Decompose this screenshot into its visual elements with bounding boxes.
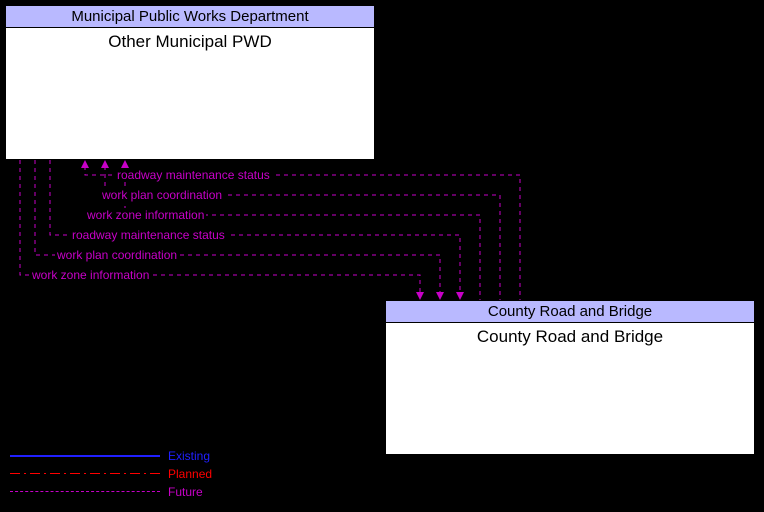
- legend-line-future: [10, 487, 160, 497]
- flow-label-to-bottom-1: roadway maintenance status: [70, 228, 227, 242]
- legend-row-planned: Planned: [10, 466, 212, 482]
- legend-row-existing: Existing: [10, 448, 212, 464]
- flow-label-to-top-1: roadway maintenance status: [115, 168, 272, 182]
- node-county-road-bridge: County Road and Bridge County Road and B…: [385, 300, 755, 455]
- diagram-stage: Municipal Public Works Department Other …: [0, 0, 764, 512]
- node-municipal-pwd: Municipal Public Works Department Other …: [5, 5, 375, 160]
- node-municipal-pwd-body: Other Municipal PWD: [6, 28, 374, 52]
- legend-line-planned: [10, 469, 160, 479]
- node-county-road-bridge-body: County Road and Bridge: [386, 323, 754, 347]
- legend-label-future: Future: [168, 485, 203, 499]
- legend-label-planned: Planned: [168, 467, 212, 481]
- flow-label-to-bottom-3: work zone information: [30, 268, 151, 282]
- legend: Existing Planned Future: [10, 448, 212, 502]
- node-county-road-bridge-header: County Road and Bridge: [386, 301, 754, 323]
- legend-label-existing: Existing: [168, 449, 210, 463]
- legend-line-existing: [10, 451, 160, 461]
- node-municipal-pwd-header: Municipal Public Works Department: [6, 6, 374, 28]
- flow-label-to-top-3: work zone information: [85, 208, 206, 222]
- legend-row-future: Future: [10, 484, 212, 500]
- flow-label-to-top-2: work plan coordination: [100, 188, 224, 202]
- flow-label-to-bottom-2: work plan coordination: [55, 248, 179, 262]
